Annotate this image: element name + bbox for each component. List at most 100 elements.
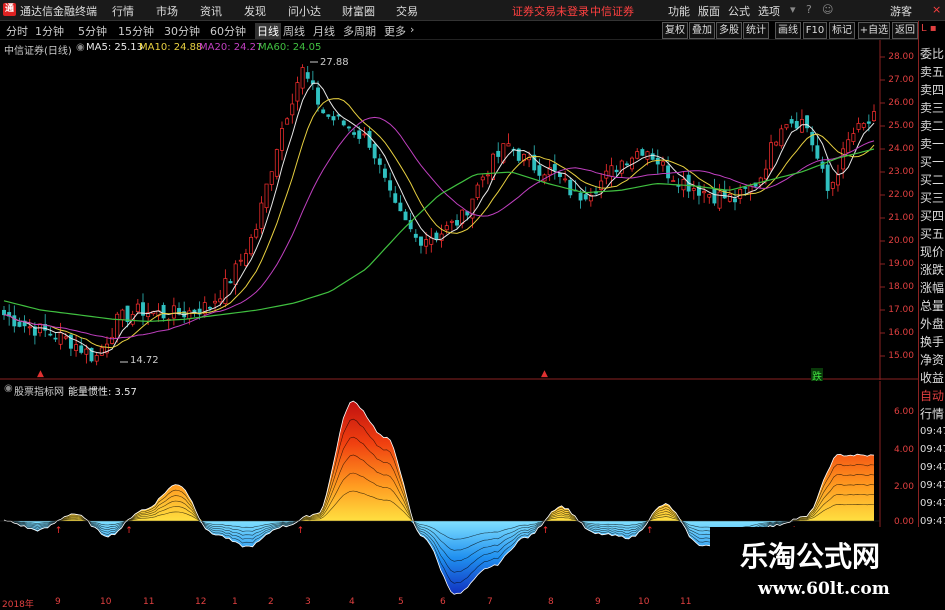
login-status[interactable]: 证券交易未登录 <box>512 3 589 19</box>
candle-body <box>640 149 645 156</box>
panel-label: 买一 <box>920 155 945 169</box>
candle-body <box>249 237 254 255</box>
price-chart[interactable]: ▲ ▲ <box>0 40 918 380</box>
user-icon[interactable]: ☺ <box>822 3 833 16</box>
candle-body <box>382 168 387 178</box>
candle-body <box>506 143 511 147</box>
candle-body <box>830 182 835 189</box>
candle-body <box>17 321 22 327</box>
signal-marker-a: ▲ <box>37 369 44 379</box>
guest-label[interactable]: 游客 <box>890 3 912 19</box>
stock-legend: 中信证券(日线) <box>4 46 72 57</box>
menu-news[interactable]: 资讯 <box>200 3 222 19</box>
menu-market[interactable]: 市场 <box>156 3 178 19</box>
panel-label: 现价 <box>920 245 945 259</box>
tick-time: 09:47 <box>920 426 945 437</box>
menu-formula[interactable]: 公式 <box>728 3 750 19</box>
period-more[interactable]: 更多 <box>384 23 406 39</box>
menu-options[interactable]: 选项 <box>758 3 780 19</box>
period-monthly[interactable]: 月线 <box>313 23 335 39</box>
candle-body <box>218 298 223 303</box>
mark-button[interactable]: 标记 <box>829 22 855 39</box>
menu-wealth[interactable]: 财富圈 <box>342 3 375 19</box>
price-tick: 28.00 <box>888 52 914 62</box>
draw-line-button[interactable]: 画线 <box>775 22 801 39</box>
panel-label: 买二 <box>920 173 945 187</box>
candle-body <box>362 133 367 136</box>
menu-layout[interactable]: 版面 <box>698 3 720 19</box>
add-watchlist-button[interactable]: +自选 <box>858 22 890 39</box>
menu-trade[interactable]: 交易 <box>396 3 418 19</box>
help-icon[interactable]: ? <box>806 3 812 16</box>
buy-arrow: ↑ <box>55 526 63 536</box>
candle-body <box>53 337 58 340</box>
price-tick: 26.00 <box>888 98 914 108</box>
close-icon[interactable]: × <box>932 3 941 16</box>
indicator-value: 能量惯性: 3.57 <box>68 387 137 398</box>
statistics-button[interactable]: 统计 <box>743 22 769 39</box>
candle-body <box>326 114 331 117</box>
period-60min[interactable]: 60分钟 <box>210 23 246 39</box>
candle-body <box>635 151 640 159</box>
period-5min[interactable]: 5分钟 <box>78 23 107 39</box>
menu-ask[interactable]: 问小达 <box>288 3 321 19</box>
period-bar: 分时 1分钟 5分钟 15分钟 30分钟 60分钟 日线 周线 月线 多周期 更… <box>0 21 918 40</box>
indicator-settings-icon[interactable]: ◉ <box>4 383 13 394</box>
auto-quote-label[interactable]: 自动 <box>920 387 944 405</box>
price-tick: 15.00 <box>888 351 914 361</box>
period-15min[interactable]: 15分钟 <box>118 23 154 39</box>
period-multi[interactable]: 多周期 <box>343 23 376 39</box>
candle-body <box>300 67 305 89</box>
f10-button[interactable]: F10 <box>803 22 827 39</box>
menu-function[interactable]: 功能 <box>668 3 690 19</box>
candle-body <box>244 253 248 266</box>
candle-body <box>836 173 840 186</box>
menu-discover[interactable]: 发现 <box>244 3 266 19</box>
candle-body <box>558 173 562 177</box>
panel-toggle-icon[interactable]: L ▪ <box>921 23 937 34</box>
date-label: 9 <box>595 597 601 607</box>
period-timeshare[interactable]: 分时 <box>6 23 28 39</box>
date-label: 7 <box>487 597 493 607</box>
candle-body <box>866 121 871 124</box>
candle-body <box>161 304 166 319</box>
period-30min[interactable]: 30分钟 <box>164 23 200 39</box>
date-label: 2 <box>268 597 274 607</box>
candle-body <box>213 300 218 304</box>
price-tick: 25.00 <box>888 121 914 131</box>
period-weekly[interactable]: 周线 <box>283 23 305 39</box>
candle-body <box>48 333 53 336</box>
menu-quotes[interactable]: 行情 <box>112 3 134 19</box>
minimize-icon[interactable]: ▾ <box>790 3 796 16</box>
ma20-legend: MA20: 24.27 <box>199 42 263 53</box>
candle-body <box>372 143 377 159</box>
date-label: 10 <box>638 597 650 607</box>
restore-rights-button[interactable]: 复权 <box>662 22 688 39</box>
period-daily[interactable]: 日线 <box>255 23 281 39</box>
high-price-label: 27.88 <box>320 57 349 68</box>
back-button[interactable]: 返回 <box>892 22 918 39</box>
overlay-button[interactable]: 叠加 <box>689 22 715 39</box>
more-chevron-icon[interactable]: › <box>410 23 414 36</box>
candle-body <box>413 233 418 238</box>
app-logo-icon: 通 <box>3 3 16 16</box>
multi-stock-button[interactable]: 多股 <box>716 22 742 39</box>
candle-body <box>94 355 99 362</box>
candle-body <box>496 150 501 157</box>
candle-body <box>614 169 619 173</box>
candle-body <box>316 87 320 105</box>
candle-body <box>872 111 876 122</box>
legend-toggle-icon[interactable]: ◉ <box>76 42 85 53</box>
price-tick: 21.00 <box>888 213 914 223</box>
buy-arrow: ↑ <box>542 526 550 536</box>
candle-body <box>789 119 794 124</box>
ma60-legend: MA60: 24.05 <box>258 42 322 53</box>
watermark-url: www.60lt.com <box>758 579 890 599</box>
candle-body <box>280 128 284 151</box>
price-tick: 27.00 <box>888 75 914 85</box>
low-price-label: 14.72 <box>130 355 159 366</box>
candle-body <box>27 326 32 329</box>
period-1min[interactable]: 1分钟 <box>35 23 64 39</box>
candle-body <box>810 131 815 146</box>
candle-body <box>583 194 588 200</box>
